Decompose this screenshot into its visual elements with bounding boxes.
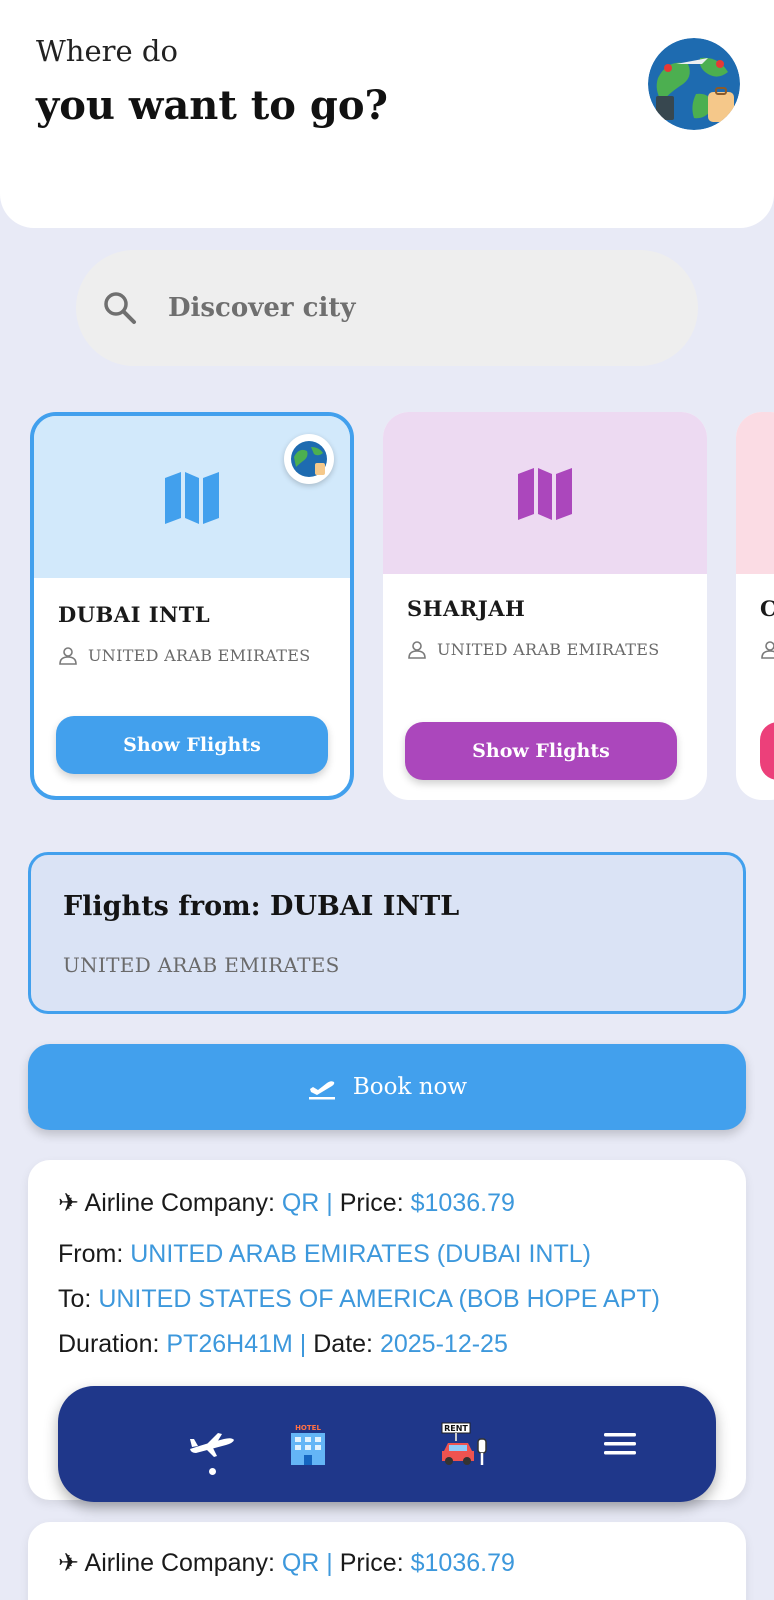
price-label: Price:: [339, 1549, 404, 1577]
to-row: To: UNITED STATES OF AMERICA (BOB HOPE A…: [58, 1285, 660, 1314]
header: Where do you want to go?: [0, 0, 774, 228]
menu-icon: [604, 1433, 636, 1455]
card-header: [736, 412, 774, 574]
person-icon: [408, 641, 426, 659]
globe-icon: [648, 38, 740, 130]
book-now-label: Book now: [352, 1074, 468, 1100]
hotel-icon: HOTEL: [291, 1423, 325, 1465]
card-header: [34, 416, 350, 578]
duration-row: Duration: PT26H41M | Date: 2025-12-25: [58, 1330, 508, 1359]
bottom-nav: HOTEL RENT: [58, 1386, 716, 1502]
person-icon: [761, 641, 774, 659]
price-value: $1036.79: [410, 1549, 515, 1577]
from-value: UNITED ARAB EMIRATES (DUBAI INTL): [130, 1240, 591, 1268]
price-label: Price:: [339, 1189, 404, 1217]
from-label: From:: [58, 1240, 124, 1268]
show-flights-button[interactable]: [760, 722, 774, 780]
airport-card-partial[interactable]: C: [736, 412, 774, 800]
card-country: UNITED ARAB EMIRATES: [88, 646, 311, 665]
map-icon: [518, 468, 572, 520]
airline-value: QR |: [281, 1549, 333, 1577]
nav-menu[interactable]: [592, 1416, 648, 1472]
show-flights-button[interactable]: Show Flights: [405, 722, 677, 780]
globe-badge: [284, 434, 334, 484]
greeting-line-2: you want to go?: [36, 82, 388, 129]
takeoff-icon: [308, 1081, 335, 1100]
duration-label: Duration:: [58, 1330, 160, 1358]
greeting-line-1: Where do: [36, 34, 178, 68]
search-bar[interactable]: [76, 250, 698, 366]
to-label: To:: [58, 1285, 92, 1313]
airport-card-dubai[interactable]: DUBAI INTL UNITED ARAB EMIRATES Show Fli…: [30, 412, 354, 800]
airport-card-sharjah[interactable]: SHARJAH UNITED ARAB EMIRATES Show Flight…: [383, 412, 707, 800]
flights-from-title: Flights from: DUBAI INTL: [63, 891, 460, 922]
nav-car-rental[interactable]: RENT: [436, 1416, 492, 1472]
show-flights-button[interactable]: Show Flights: [56, 716, 328, 774]
from-row: From: UNITED ARAB EMIRATES (DUBAI INTL): [58, 1240, 591, 1269]
flight-result[interactable]: ✈ Airline Company: QR | Price: $1036.79: [28, 1522, 746, 1600]
card-title: SHARJAH: [407, 596, 526, 621]
card-header: [383, 412, 707, 574]
book-now-button[interactable]: Book now: [28, 1044, 746, 1130]
airplane-icon: ✈: [58, 1189, 79, 1217]
duration-value: PT26H41M |: [166, 1330, 307, 1358]
nav-flights[interactable]: [184, 1416, 240, 1472]
search-icon: [104, 292, 136, 324]
airline-label: Airline Company:: [84, 1189, 275, 1217]
flights-from-country: UNITED ARAB EMIRATES: [63, 953, 340, 977]
card-title: DUBAI INTL: [58, 602, 211, 627]
rent-sign-label: RENT: [444, 1424, 468, 1433]
airplane-icon: ✈: [58, 1549, 79, 1577]
hotel-sign-label: HOTEL: [295, 1424, 321, 1432]
to-value: UNITED STATES OF AMERICA (BOB HOPE APT): [98, 1285, 660, 1313]
car-rental-icon: RENT: [441, 1422, 487, 1465]
price-value: $1036.79: [410, 1189, 515, 1217]
selected-airport-panel: Flights from: DUBAI INTL UNITED ARAB EMI…: [28, 852, 746, 1014]
map-icon: [165, 472, 219, 524]
avatar[interactable]: [648, 38, 740, 130]
person-icon: [59, 647, 77, 665]
search-input[interactable]: [168, 286, 648, 330]
airplane-icon: [190, 1433, 234, 1457]
active-indicator: [209, 1468, 216, 1475]
date-value: 2025-12-25: [379, 1330, 508, 1358]
date-label: Date:: [313, 1330, 374, 1358]
airline-row: ✈ Airline Company: QR | Price: $1036.79: [58, 1188, 515, 1218]
nav-hotels[interactable]: HOTEL: [280, 1416, 336, 1472]
airline-label: Airline Company:: [84, 1549, 275, 1577]
card-title: C: [760, 596, 774, 621]
airline-row: ✈ Airline Company: QR | Price: $1036.79: [58, 1548, 515, 1578]
card-country: UNITED ARAB EMIRATES: [437, 640, 660, 659]
globe-icon: [291, 441, 327, 477]
airline-value: QR |: [281, 1189, 333, 1217]
